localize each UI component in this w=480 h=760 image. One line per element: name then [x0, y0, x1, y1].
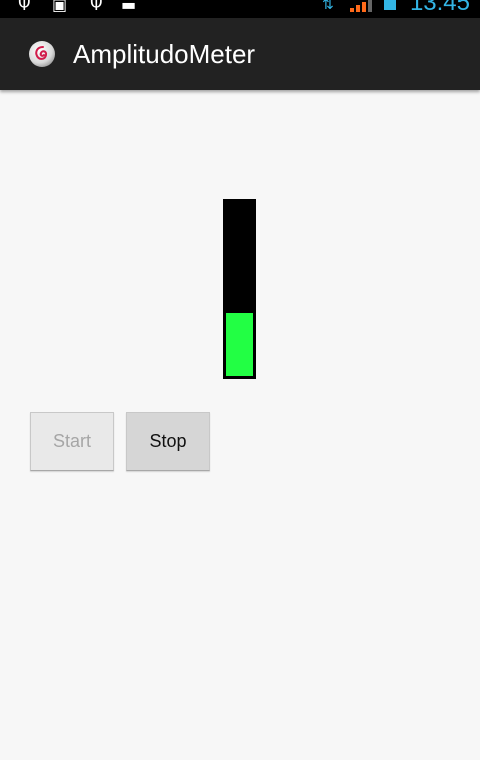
amplitude-meter [223, 199, 256, 379]
clock: 13:45 [409, 0, 470, 16]
app-title: AmplitudoMeter [73, 39, 256, 69]
action-bar: AmplitudoMeter [0, 18, 480, 90]
usb-icon: Ψ [90, 0, 103, 14]
signal-icon [350, 0, 372, 12]
screen: Ψ ▣ Ψ ▬ ⇅ 13:45 AmplitudoMeter Start Sto… [0, 0, 480, 760]
usb-icon: Ψ [18, 0, 31, 14]
start-button[interactable]: Start [30, 412, 114, 471]
photo-icon: ▬ [121, 0, 137, 14]
status-bar: Ψ ▣ Ψ ▬ ⇅ 13:45 [0, 0, 480, 18]
stop-button[interactable]: Stop [126, 412, 210, 471]
transfer-icon: ⇅ [322, 0, 334, 13]
app-logo-icon[interactable] [28, 40, 56, 68]
sd-card-icon: ▣ [52, 0, 68, 14]
amplitude-level-bar [226, 313, 253, 376]
battery-icon [384, 0, 396, 10]
